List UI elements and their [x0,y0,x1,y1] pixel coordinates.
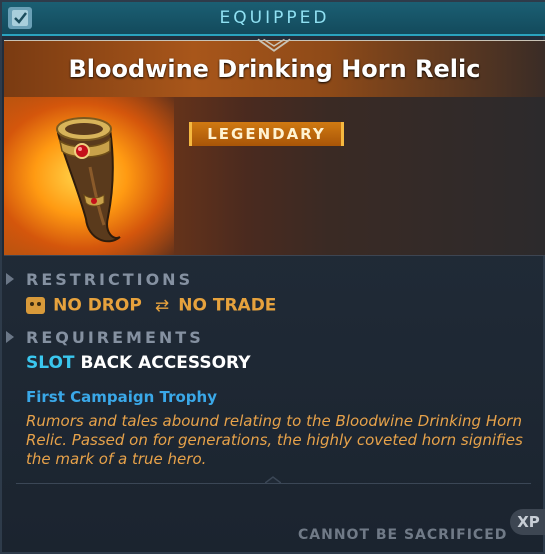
drinking-horn-icon [56,117,121,243]
xp-button[interactable]: XP [510,509,545,535]
section-marker-icon [6,273,14,285]
title-notch-decoration [257,38,291,52]
item-tooltip-card: EQUIPPED Bloodwine Drinking Horn Relic L… [0,0,545,554]
trade-arrows-icon: ⇄ [154,295,170,316]
item-source: First Campaign Trophy [26,388,217,406]
rarity-badge: LEGENDARY [189,122,344,146]
divider-notch-decoration [265,476,281,484]
item-name: Bloodwine Drinking Horn Relic [68,55,481,83]
slot-requirement: SLOT BACK ACCESSORY [26,353,251,373]
sacrifice-status: CANNOT BE SACRIFICED [298,527,508,543]
restrictions-heading: RESTRICTIONS [26,270,194,289]
slot-value: BACK ACCESSORY [80,353,251,373]
slot-label: SLOT [26,353,75,373]
skull-icon [26,297,45,314]
equipped-header: EQUIPPED [2,2,545,36]
restrictions-list: NO DROP ⇄ NO TRADE [26,295,276,317]
section-marker-icon [6,331,14,343]
item-description: Rumors and tales abound relating to the … [26,412,523,468]
equipped-label: EQUIPPED [219,8,330,28]
rarity-label: LEGENDARY [207,125,326,143]
item-art-panel: LEGENDARY [4,97,545,256]
requirements-heading: REQUIREMENTS [26,328,204,347]
no-drop-label: NO DROP [53,295,142,316]
no-trade-label: NO TRADE [178,295,277,316]
